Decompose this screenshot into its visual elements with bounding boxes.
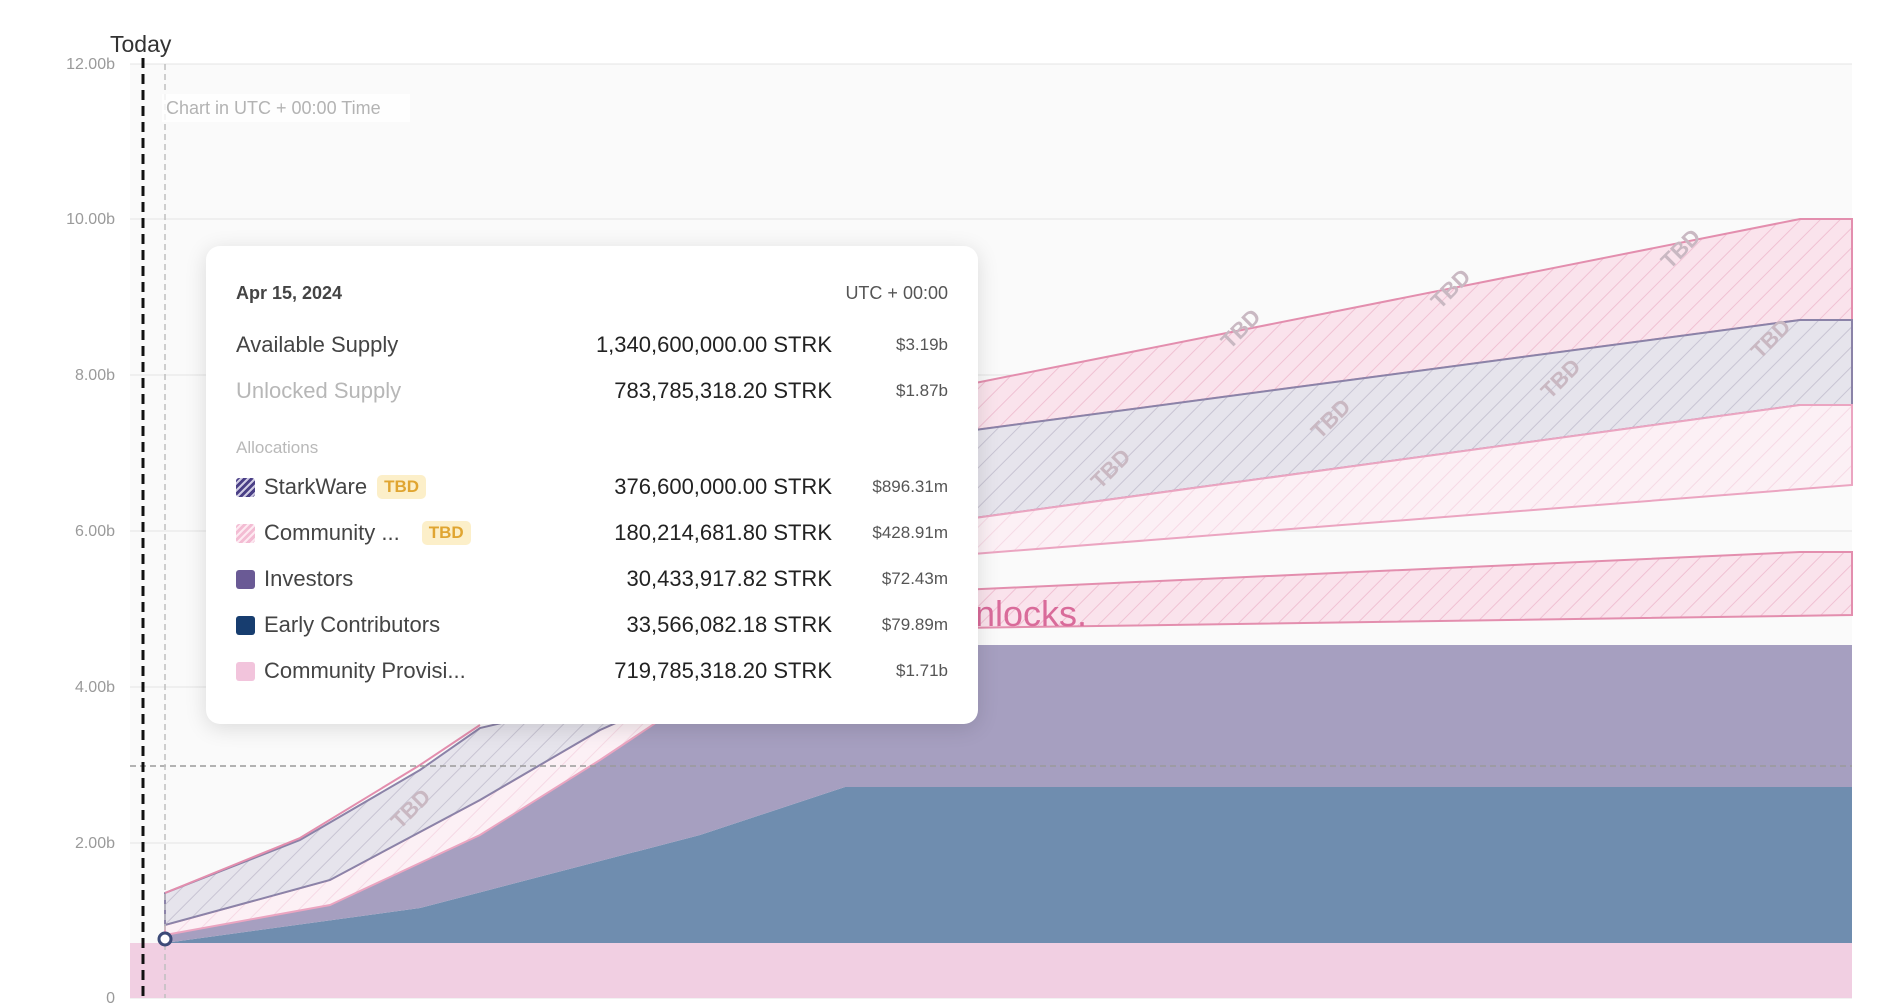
y-tick: 4.00b	[75, 679, 115, 696]
today-label: Today	[110, 31, 172, 57]
allocation-amount: 180,214,681.80 STRK	[614, 520, 832, 545]
allocation-amount: 33,566,082.18 STRK	[626, 612, 832, 637]
tbd-badge: TBD	[377, 475, 427, 499]
unlocked-supply-row: Unlocked Supply 783,785,318.20 STRK $1.8…	[236, 368, 948, 414]
allocation-row: Community Provisi... 719,785,318.20 STRK…	[236, 648, 948, 694]
allocation-usd: $428.91m	[872, 523, 948, 542]
starkware-swatch-icon	[236, 477, 255, 497]
allocation-amount: 30,433,917.82 STRK	[626, 566, 832, 591]
allocation-usd: $896.31m	[872, 477, 948, 496]
allocations-title: Allocations	[236, 438, 319, 457]
allocation-name: Early Contributors	[264, 612, 441, 637]
tooltip-timezone: UTC + 00:00	[845, 282, 948, 303]
available-supply-label: Available Supply	[236, 332, 399, 357]
hover-point	[157, 931, 173, 947]
allocation-amount: 376,600,000.00 STRK	[614, 474, 832, 499]
tbd-badge: TBD	[421, 521, 471, 545]
y-tick: 0	[106, 990, 115, 1004]
unlocked-supply-amount: 783,785,318.20 STRK	[614, 378, 832, 403]
allocation-row: Early Contributors 33,566,082.18 STRK $7…	[236, 602, 948, 648]
allocation-name: StarkWare	[264, 474, 368, 499]
y-axis: 0 2.00b 4.00b 6.00b 8.00b 10.00b 12.00b	[66, 56, 115, 1004]
y-tick: 10.00b	[66, 211, 115, 228]
allocation-row: Community ... TBD 180,214,681.80 STRK $4…	[236, 510, 948, 556]
unlocked-supply-usd: $1.87b	[896, 381, 948, 400]
unlocked-supply-label: Unlocked Supply	[236, 378, 402, 403]
community-provisions-swatch-icon	[236, 661, 255, 681]
chart-tooltip: Apr 15, 2024 UTC + 00:00 Available Suppl…	[206, 246, 978, 724]
allocation-name: Investors	[264, 566, 354, 591]
allocation-usd: $1.71b	[896, 661, 948, 680]
y-tick: 12.00b	[66, 56, 115, 73]
allocation-name: Community Provisi...	[264, 658, 466, 683]
available-supply-row: Available Supply 1,340,600,000.00 STRK $…	[236, 322, 948, 368]
tooltip-header: Apr 15, 2024 UTC + 00:00	[236, 276, 948, 310]
allocation-usd: $79.89m	[881, 615, 948, 634]
available-supply-usd: $3.19b	[896, 335, 948, 354]
allocation-amount: 719,785,318.20 STRK	[614, 658, 832, 683]
area-community-provisions	[130, 943, 1852, 998]
y-tick: 2.00b	[75, 835, 115, 852]
investors-swatch-icon	[236, 569, 255, 589]
community-swatch-icon	[236, 523, 255, 543]
overlay-text: nlocks.	[975, 593, 1087, 634]
allocation-name: Community ...	[264, 520, 400, 545]
available-supply-amount: 1,340,600,000.00 STRK	[595, 332, 832, 357]
y-tick: 8.00b	[75, 367, 115, 384]
allocation-row: Investors 30,433,917.82 STRK $72.43m	[236, 556, 948, 602]
utc-note: Chart in UTC + 00:00 Time	[166, 98, 381, 118]
y-tick: 6.00b	[75, 523, 115, 540]
tooltip-date: Apr 15, 2024	[236, 282, 343, 303]
allocation-usd: $72.43m	[881, 569, 948, 588]
early-contributors-swatch-icon	[236, 615, 255, 635]
allocation-row: StarkWare TBD 376,600,000.00 STRK $896.3…	[236, 464, 948, 510]
